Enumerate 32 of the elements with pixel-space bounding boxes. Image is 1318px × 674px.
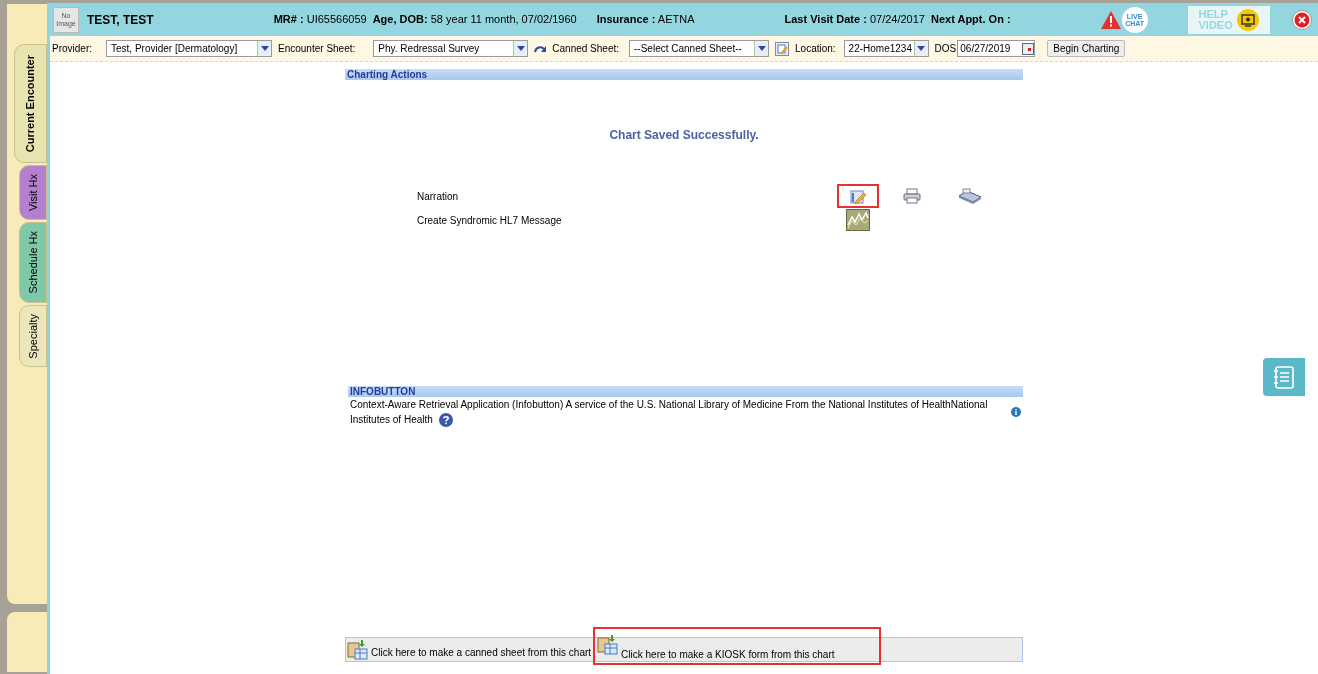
field-label: DOS bbox=[934, 42, 957, 56]
help-video-label: VIDEO bbox=[1198, 19, 1233, 31]
patient-info: Insurance : AETNA bbox=[596, 12, 695, 28]
patient-name: TEST, TEST bbox=[87, 11, 154, 29]
action-label: Create Syndromic HL7 Message bbox=[417, 213, 563, 228]
field-label: Encounter Sheet: bbox=[278, 42, 356, 56]
begin-charting-button[interactable]: Begin Charting bbox=[1047, 40, 1126, 57]
patient-info: Next Appt. On : bbox=[930, 12, 1011, 28]
side-tab[interactable]: Current Encounter bbox=[14, 44, 47, 164]
section-header: INFOBUTTON bbox=[348, 386, 1023, 397]
make-form-button[interactable]: Click here to make a KIOSK form from this chart bbox=[593, 627, 882, 665]
success-message: Chart Saved Successfully. bbox=[608, 127, 760, 144]
field-label: Provider: bbox=[52, 42, 92, 56]
date-field[interactable]: 06/27/2019 bbox=[957, 40, 1036, 57]
side-tab[interactable]: Visit Hx bbox=[19, 165, 47, 221]
field-label: Location: bbox=[795, 42, 836, 56]
side-tab[interactable]: Schedule Hx bbox=[19, 222, 47, 303]
help-video-label: HELP bbox=[1198, 8, 1229, 20]
field-label: Canned Sheet: bbox=[552, 42, 619, 56]
make-form-button[interactable]: Click here to make a canned sheet from this chart bbox=[346, 640, 592, 661]
dropdown[interactable]: Test, Provider [Dermatology] bbox=[106, 40, 272, 57]
patient-info: MR# : UI65566059 bbox=[273, 12, 367, 28]
dropdown[interactable]: Phy. Redressal Survey bbox=[373, 40, 529, 57]
action-label: Narration bbox=[417, 189, 460, 204]
infobutton-description: Context-Aware Retrieval Application (Infobutton) A service of the U.S. National Library of Medicine From the National Institutes of HealthNational bbox=[350, 398, 988, 412]
dropdown[interactable]: --Select Canned Sheet-- bbox=[629, 40, 769, 57]
side-tab[interactable]: Specialty bbox=[19, 304, 47, 368]
section-header: Charting Actions bbox=[345, 69, 1023, 80]
patient-info: Last Visit Date : 07/24/2017 bbox=[784, 12, 925, 28]
patient-info: Age, DOB: 58 year 11 month, 07/02/1960 bbox=[372, 12, 577, 28]
infobutton-description: Institutes of Health bbox=[350, 413, 433, 427]
dropdown[interactable]: 22-Home1234 bbox=[843, 40, 929, 57]
